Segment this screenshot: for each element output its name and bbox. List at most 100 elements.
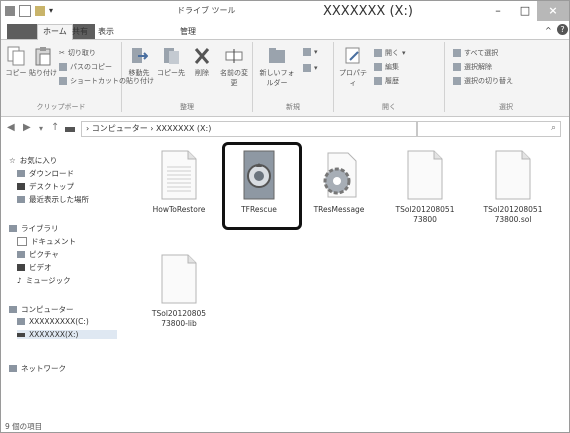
- file-item[interactable]: TResMessage: [301, 149, 377, 215]
- ribbon-collapse-icon[interactable]: ^: [545, 26, 552, 35]
- select-all-button[interactable]: すべて選択: [453, 48, 498, 58]
- nav-videos[interactable]: ビデオ: [17, 262, 52, 273]
- properties-icon: [344, 46, 362, 66]
- nav-drive-x[interactable]: XXXXXXX(X:): [17, 330, 117, 339]
- edit-button[interactable]: 編集: [374, 62, 399, 72]
- nav-desktop-label: デスクトップ: [29, 182, 74, 191]
- properties-label: プロパティ: [339, 69, 367, 87]
- nav-network[interactable]: ネットワーク: [9, 363, 66, 374]
- nav-network-label: ネットワーク: [21, 364, 66, 373]
- edit-icon: [374, 63, 382, 71]
- network-icon: [9, 365, 17, 372]
- document-icon: [160, 149, 198, 201]
- search-icon: ⌕: [550, 123, 556, 133]
- file-name: TSol201208051 73800.sol: [483, 205, 543, 224]
- tab-manage[interactable]: 管理: [175, 25, 201, 38]
- recent-places-icon: [17, 196, 25, 203]
- paste-button[interactable]: 貼り付け: [29, 46, 57, 78]
- quick-access-toolbar: ▾: [5, 5, 55, 17]
- file-name: TSol201208051 73800: [395, 205, 455, 224]
- copy-button[interactable]: コピー: [3, 46, 29, 78]
- navigation-pane: ☆ お気に入り ダウンロード デスクトップ 最近表示した場所 ライブラリ ドキュメ…: [1, 141, 137, 421]
- clipboard-group: コピー 貼り付け ✂ 切り取り パスのコピー ショートカットの貼り付け クリップボ…: [1, 42, 154, 112]
- file-item[interactable]: TSol201208051 73800.sol: [475, 149, 551, 225]
- nav-pictures[interactable]: ピクチャ: [17, 249, 59, 260]
- documents-icon: [17, 237, 27, 246]
- minimize-button[interactable]: –: [484, 1, 512, 21]
- ribbon-tabs: ファイル ホーム 共有 表示 管理 ^ ?: [1, 23, 569, 41]
- help-icon[interactable]: ?: [557, 24, 568, 35]
- nav-desktop[interactable]: デスクトップ: [17, 181, 74, 192]
- nav-computer[interactable]: コンピューター: [9, 304, 74, 315]
- nav-drive-c[interactable]: XXXXXXXXX(C:): [17, 317, 89, 326]
- nav-libraries[interactable]: ライブラリ: [9, 223, 59, 234]
- maximize-button[interactable]: □: [511, 1, 539, 21]
- properties-quick-icon[interactable]: [19, 5, 31, 17]
- select-all-icon: [453, 49, 461, 57]
- open-button[interactable]: 開く ▾: [374, 48, 406, 58]
- tab-view[interactable]: 表示: [93, 25, 119, 38]
- search-input[interactable]: ⌕: [417, 121, 561, 137]
- back-icon[interactable]: ◀: [7, 122, 15, 133]
- nav-documents-label: ドキュメント: [31, 237, 76, 246]
- forward-icon[interactable]: ▶: [23, 122, 31, 133]
- file-list: HowToRestore TFRescue TResMessage TSol20…: [137, 141, 569, 421]
- document-icon: [494, 149, 532, 201]
- new-folder-button[interactable]: 新しいフォルダー: [257, 46, 297, 88]
- file-name: HowToRestore: [152, 205, 206, 214]
- paste-label: 貼り付け: [29, 69, 57, 77]
- file-item-selected[interactable]: TFRescue: [221, 149, 297, 215]
- scissors-icon: ✂: [59, 49, 65, 57]
- drive-small-icon: [65, 124, 75, 135]
- cut-button[interactable]: ✂ 切り取り: [59, 48, 96, 58]
- recent-dropdown-icon[interactable]: ▾: [39, 124, 43, 133]
- customize-dropdown-icon[interactable]: ▾: [49, 6, 55, 16]
- nav-favorites-label: お気に入り: [19, 156, 58, 165]
- move-to-label: 移動先: [128, 69, 150, 77]
- up-icon[interactable]: ↑: [51, 122, 59, 133]
- rename-label: 名前の変更: [220, 69, 248, 87]
- move-to-icon: [130, 46, 149, 66]
- invert-selection-button[interactable]: 選択の切り替え: [453, 76, 513, 86]
- ribbon: コピー 貼り付け ✂ 切り取り パスのコピー ショートカットの貼り付け クリップボ…: [1, 40, 569, 117]
- open-group-label: 開く: [382, 103, 396, 111]
- file-item[interactable]: TSol201208051 73800: [387, 149, 463, 225]
- clipboard-group-label: クリップボード: [36, 103, 86, 111]
- nav-documents[interactable]: ドキュメント: [17, 236, 76, 247]
- address-bar[interactable]: › コンピューター › XXXXXXX (X:) ▾ ↻: [81, 121, 487, 137]
- delete-icon: [193, 46, 211, 66]
- open-group: プロパティ 開く ▾ 編集 履歴 開く: [334, 42, 445, 112]
- copy-path-icon: [59, 63, 67, 71]
- computer-icon: [9, 306, 17, 313]
- nav-recent[interactable]: 最近表示した場所: [17, 194, 89, 205]
- close-button[interactable]: ×: [537, 1, 569, 21]
- history-icon: [374, 77, 382, 85]
- rename-button[interactable]: 名前の変更: [218, 46, 250, 88]
- select-none-icon: [453, 63, 461, 71]
- properties-button[interactable]: プロパティ: [336, 46, 370, 88]
- nav-music[interactable]: ♪ ミュージック: [17, 275, 71, 286]
- star-icon: ☆: [9, 156, 16, 165]
- rename-icon: [225, 46, 243, 66]
- new-item-button[interactable]: ▾: [303, 48, 318, 56]
- paste-shortcut-icon: [59, 77, 67, 85]
- delete-button[interactable]: 削除: [188, 46, 216, 78]
- copy-path-button[interactable]: パスのコピー: [59, 62, 112, 72]
- gear-icon: [320, 149, 358, 201]
- file-item[interactable]: TSol20120805 73800-lib: [141, 253, 217, 329]
- file-item[interactable]: HowToRestore: [141, 149, 217, 215]
- easy-access-button[interactable]: ▾: [303, 64, 318, 72]
- nav-downloads[interactable]: ダウンロード: [17, 168, 74, 179]
- copy-to-button[interactable]: コピー先: [156, 46, 186, 78]
- file-name: TFRescue: [241, 205, 277, 214]
- new-folder-quick-icon[interactable]: [35, 6, 45, 16]
- paste-icon: [34, 46, 52, 66]
- window-title: XXXXXXX (X:): [323, 4, 413, 19]
- nav-drive-x-label: XXXXXXX(X:): [29, 330, 79, 339]
- move-to-button[interactable]: 移動先: [124, 46, 154, 78]
- history-button[interactable]: 履歴: [374, 76, 399, 86]
- nav-favorites[interactable]: ☆ お気に入り: [9, 155, 57, 166]
- tab-share[interactable]: 共有: [67, 25, 93, 38]
- copy-path-label: パスのコピー: [70, 63, 112, 71]
- select-none-button[interactable]: 選択解除: [453, 62, 492, 72]
